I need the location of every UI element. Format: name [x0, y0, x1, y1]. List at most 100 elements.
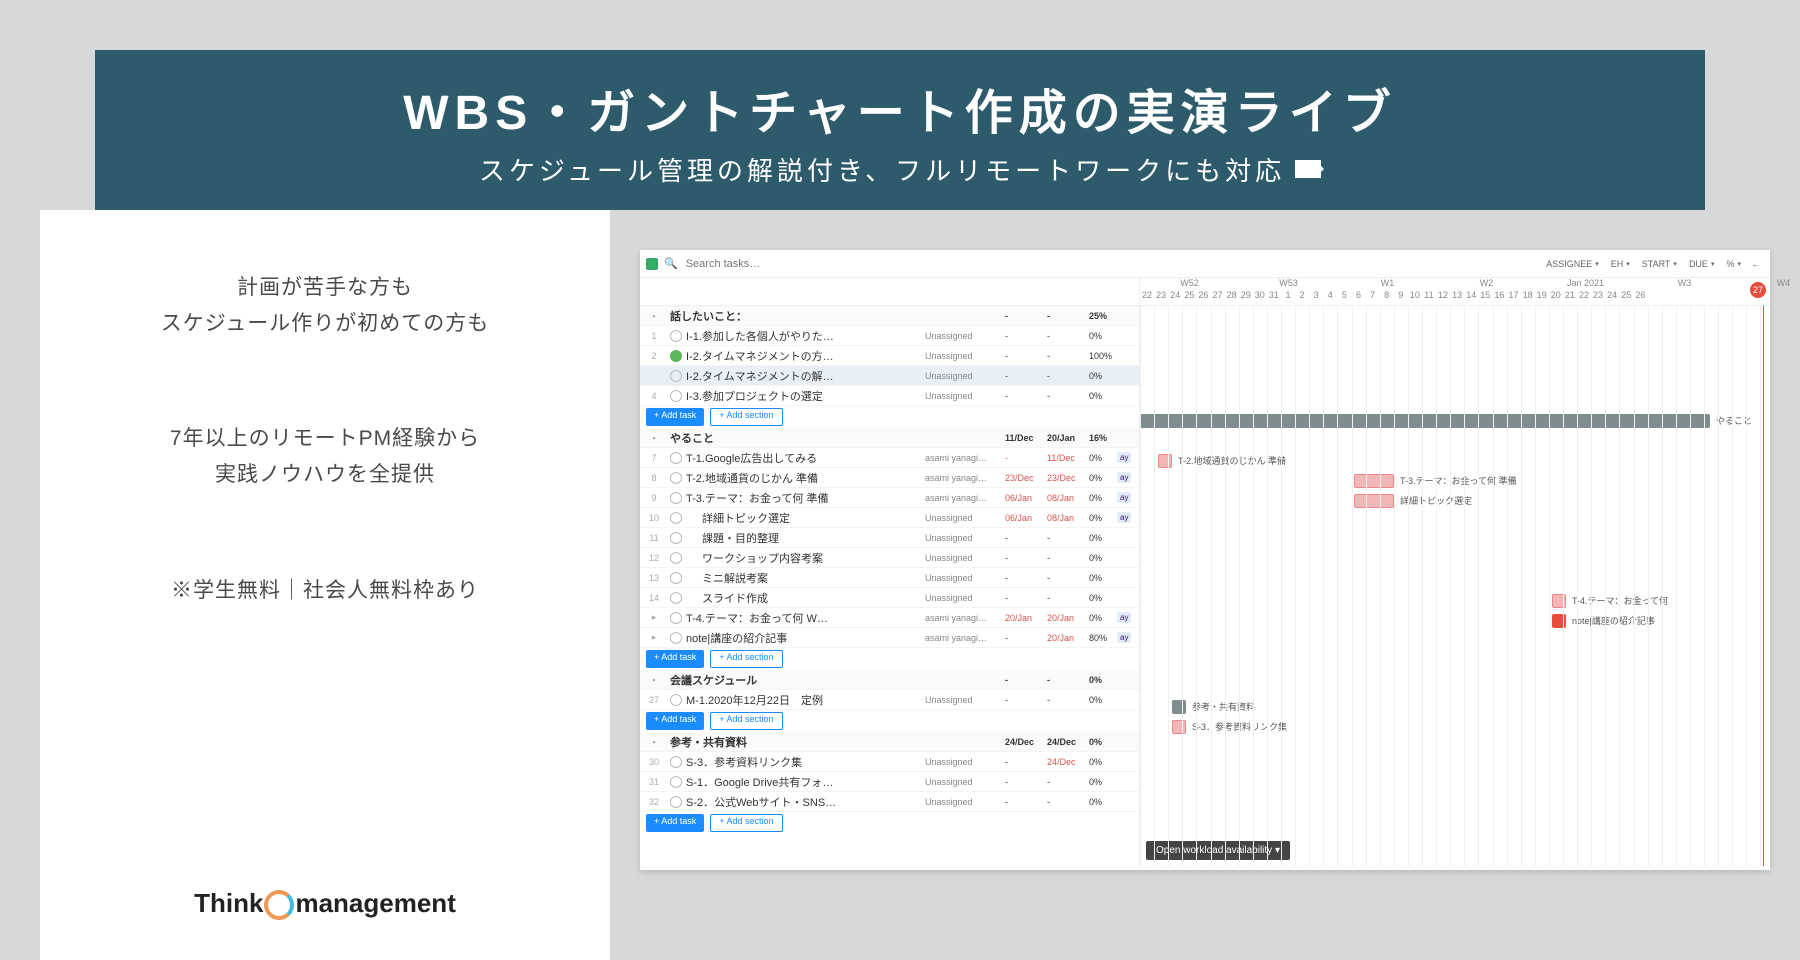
add-task-button[interactable]: + Add task: [646, 408, 704, 426]
brand-logo: Thinkmanagement: [40, 888, 610, 920]
day-label: 1: [1281, 290, 1295, 300]
day-label: 8: [1380, 290, 1394, 300]
search-icon[interactable]: 🔍: [664, 257, 678, 270]
collapse-icon[interactable]: ▪: [652, 737, 655, 747]
check-icon[interactable]: [670, 532, 682, 544]
expand-icon[interactable]: ▸: [652, 632, 657, 642]
task-row[interactable]: 8T-2.地域通貨のじかん 準備asami yanagi…23/Dec23/De…: [640, 468, 1139, 488]
timeline-header[interactable]: W52W53W1W2Jan 2021W3W4 22232425262728293…: [1140, 278, 1770, 305]
collapse-icon[interactable]: ▪: [652, 311, 655, 321]
task-row[interactable]: 11課題・目的整理Unassigned--0%: [640, 528, 1139, 548]
task-row[interactable]: 9T-3.テーマ：お金って何 準備asami yanagi…06/Jan08/J…: [640, 488, 1139, 508]
add-section-button[interactable]: + Add section: [710, 408, 782, 426]
day-label: 12: [1436, 290, 1450, 300]
section-header[interactable]: ▪やること11/Dec20/Jan16%: [640, 428, 1139, 448]
add-task-button[interactable]: + Add task: [646, 650, 704, 668]
col-due[interactable]: DUE: [1683, 255, 1721, 273]
logo-ring-icon: [264, 890, 294, 920]
copy-line: スケジュール作りが初めての方も: [40, 306, 610, 342]
check-icon[interactable]: [670, 572, 682, 584]
gantt-bar[interactable]: [1172, 700, 1186, 714]
day-label: 20: [1549, 290, 1563, 300]
task-row[interactable]: 14スライド作成Unassigned--0%: [640, 588, 1139, 608]
check-icon[interactable]: [670, 350, 682, 362]
task-grid[interactable]: ▪話したいこと：--25%1I-1.参加した各個人がやりた…Unassigned…: [640, 306, 1140, 866]
task-row[interactable]: 30S-3．参考資料リンク集Unassigned-24/Dec0%: [640, 752, 1139, 772]
task-row[interactable]: 31S-1．Google Drive共有フォ…Unassigned--0%: [640, 772, 1139, 792]
col-percent[interactable]: %: [1720, 255, 1747, 273]
day-label: 22: [1577, 290, 1591, 300]
add-section-button[interactable]: + Add section: [710, 650, 782, 668]
day-label: 11: [1422, 290, 1436, 300]
collapse-icon[interactable]: ▪: [652, 675, 655, 685]
app-toolbar: 🔍 ASSIGNEE EH START DUE % ←: [640, 250, 1770, 278]
day-label: 23: [1154, 290, 1168, 300]
check-icon[interactable]: [670, 390, 682, 402]
task-row[interactable]: 27M-1.2020年12月22日 定例Unassigned--0%: [640, 690, 1139, 710]
task-row[interactable]: 13ミニ解説考案Unassigned--0%: [640, 568, 1139, 588]
section-header[interactable]: ▪会議スケジュール--0%: [640, 670, 1139, 690]
section-header[interactable]: ▪話したいこと：--25%: [640, 306, 1139, 326]
gantt-chart[interactable]: やること T-2.地域通貨のじかん 準備 T-3.テーマ：お金って何 準備 詳細…: [1140, 306, 1770, 866]
gantt-bar[interactable]: [1158, 454, 1172, 468]
gantt-bar-label: T-2.地域通貨のじかん 準備: [1178, 454, 1286, 467]
day-label: 9: [1394, 290, 1408, 300]
check-icon[interactable]: [670, 612, 682, 624]
day-label: 15: [1478, 290, 1492, 300]
check-icon[interactable]: [670, 492, 682, 504]
col-eh[interactable]: EH: [1605, 255, 1636, 273]
add-section-button[interactable]: + Add section: [710, 712, 782, 730]
day-label: 18: [1521, 290, 1535, 300]
task-row[interactable]: ▸note|講座の紹介記事asami yanagi…-20/Jan80%ay: [640, 628, 1139, 648]
gantt-app-screenshot: 🔍 ASSIGNEE EH START DUE % ← W52W53W1W2Ja…: [640, 250, 1770, 870]
day-label: 14: [1464, 290, 1478, 300]
week-label: W4: [1734, 278, 1800, 290]
expand-icon[interactable]: [646, 258, 658, 270]
day-label: 28: [1225, 290, 1239, 300]
check-icon[interactable]: [670, 776, 682, 788]
check-icon[interactable]: [670, 512, 682, 524]
add-section-button[interactable]: + Add section: [710, 814, 782, 832]
check-icon[interactable]: [670, 632, 682, 644]
check-icon[interactable]: [670, 694, 682, 706]
task-row[interactable]: 4I-3.参加プロジェクトの選定Unassigned--0%: [640, 386, 1139, 406]
day-label: 29: [1239, 290, 1253, 300]
gantt-bar-label: note|講座の紹介記事: [1572, 614, 1655, 627]
add-task-button[interactable]: + Add task: [646, 712, 704, 730]
gantt-bar-label: 参考・共有資料: [1192, 700, 1255, 713]
week-label: W52: [1140, 278, 1239, 290]
gantt-bar[interactable]: [1172, 720, 1186, 734]
col-start[interactable]: START: [1636, 255, 1683, 273]
week-label: W1: [1338, 278, 1437, 290]
task-row[interactable]: 32S-2．公式Webサイト・SNS…Unassigned--0%: [640, 792, 1139, 812]
check-icon[interactable]: [670, 330, 682, 342]
task-row[interactable]: 12ワークショップ内容考案Unassigned--0%: [640, 548, 1139, 568]
check-icon[interactable]: [670, 452, 682, 464]
add-task-button[interactable]: + Add task: [646, 814, 704, 832]
task-row[interactable]: 7T-1.Google広告出してみるasami yanagi…-11/Dec0%…: [640, 448, 1139, 468]
arrow-left-icon[interactable]: ←: [1747, 255, 1764, 273]
task-row[interactable]: ▸T-4.テーマ：お金って何 W…asami yanagi…20/Jan20/J…: [640, 608, 1139, 628]
check-icon[interactable]: [670, 592, 682, 604]
day-label: 22: [1140, 290, 1154, 300]
search-input[interactable]: [684, 257, 854, 271]
col-assignee[interactable]: ASSIGNEE: [1540, 255, 1605, 273]
expand-icon[interactable]: ▸: [652, 612, 657, 622]
gantt-bar[interactable]: [1354, 474, 1394, 488]
today-marker: 27: [1750, 282, 1766, 298]
week-label: W2: [1437, 278, 1536, 290]
task-row[interactable]: 2I-2.タイムマネジメントの方…Unassigned--100%: [640, 346, 1139, 366]
gantt-bar[interactable]: [1354, 494, 1394, 508]
section-header[interactable]: ▪参考・共有資料24/Dec24/Dec0%: [640, 732, 1139, 752]
copy-line: 計画が苦手な方も: [40, 270, 610, 306]
check-icon[interactable]: [670, 472, 682, 484]
collapse-icon[interactable]: ▪: [652, 433, 655, 443]
task-row[interactable]: 10詳細トピック選定Unassigned06/Jan08/Jan0%ay: [640, 508, 1139, 528]
task-row[interactable]: 1I-1.参加した各個人がやりた…Unassigned--0%: [640, 326, 1139, 346]
check-icon[interactable]: [670, 370, 682, 382]
task-row[interactable]: I-2.タイムマネジメントの解…Unassigned--0%: [640, 366, 1139, 386]
week-label: W3: [1635, 278, 1734, 290]
check-icon[interactable]: [670, 756, 682, 768]
check-icon[interactable]: [670, 552, 682, 564]
check-icon[interactable]: [670, 796, 682, 808]
